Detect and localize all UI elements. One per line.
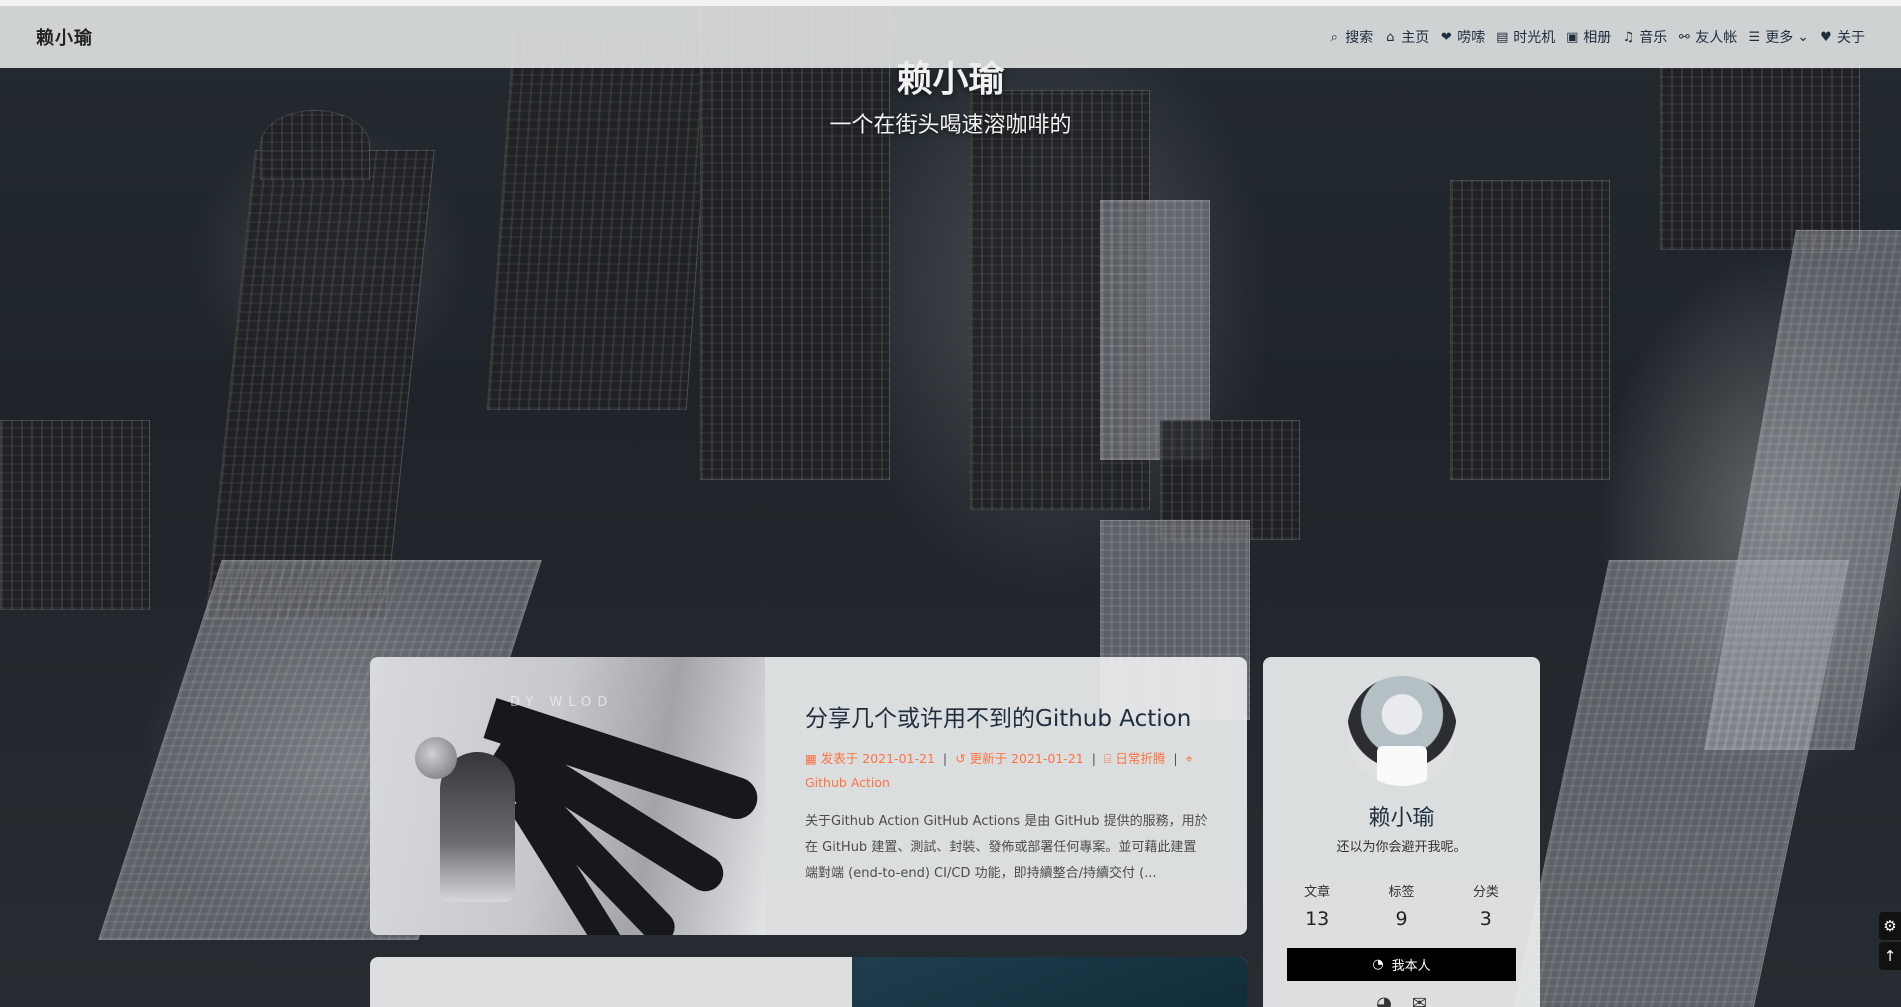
meta-separator: | [1091, 750, 1096, 766]
author-name: 赖小瑜 [1368, 806, 1435, 831]
post-cover-image[interactable]: DY WLOD [370, 657, 765, 935]
gear-icon[interactable]: ⚙ [1879, 912, 1901, 940]
history-icon: ↺ [955, 750, 966, 766]
post-info: 分享几个或许用不到的Github Action ▦ 发表于 2021-01-21… [765, 657, 1247, 935]
link-icon: ⚯ [1678, 29, 1690, 45]
building [205, 150, 435, 620]
building [1704, 230, 1901, 750]
nav-item-label: 相册 [1583, 30, 1612, 46]
navbar: 赖小瑜 ⌕ 搜索 ⌂ 主页 ❤ 唠嗦 ▤ 时光机 ▣ 相册 ♫ 音乐 ⚯ 友人帐 ☰ 更多 ⌄ ♥ 关于 [0, 6, 1901, 68]
nav-item-3[interactable]: ▤ 时光机 [1495, 27, 1555, 47]
stat-categories[interactable]: 分类 3 [1473, 881, 1499, 930]
nav-item-7[interactable]: ☰ 更多 ⌄ [1747, 27, 1809, 47]
nav-item-1[interactable]: ⌂ 主页 [1383, 27, 1429, 47]
github-icon[interactable]: ◕ [1376, 993, 1392, 1007]
inbox-icon: ⌸ [1103, 750, 1112, 766]
nav-item-label: 主页 [1401, 30, 1430, 46]
rss-icon: ◔ [1372, 957, 1384, 972]
stat-value: 13 [1305, 908, 1330, 930]
nav-item-8[interactable]: ♥ 关于 [1819, 27, 1865, 47]
site-brand[interactable]: 赖小瑜 [36, 24, 93, 50]
post-title[interactable]: 分享几个或许用不到的Github Action [805, 705, 1209, 735]
cover-figure-head [415, 737, 457, 779]
home-icon: ⌂ [1386, 29, 1395, 45]
nav-item-label: 搜索 [1345, 30, 1374, 46]
floating-buttons: ⚙ ↑ [1879, 912, 1901, 972]
stat-label: 标签 [1388, 885, 1415, 900]
social-links: ◕ ✉ [1263, 993, 1540, 1007]
chevron-down-icon: ⌄ [1797, 29, 1809, 45]
email-icon[interactable]: ✉ [1412, 993, 1427, 1007]
author-stats: 文章 13 标签 9 分类 3 [1275, 881, 1528, 930]
post-updated: 更新于 2021-01-21 [969, 750, 1084, 766]
nav-item-label: 更多 [1765, 30, 1794, 46]
list-icon: ☰ [1748, 29, 1761, 45]
building [0, 420, 150, 610]
music-icon: ♫ [1622, 29, 1635, 45]
post-cover-image[interactable] [852, 957, 1247, 1007]
cover-figure [440, 752, 515, 902]
post-card[interactable]: DY WLOD 分享几个或许用不到的Github Action ▦ 发表于 20… [370, 657, 1247, 935]
nav-item-4[interactable]: ▣ 相册 [1565, 27, 1611, 47]
nav-item-2[interactable]: ❤ 唠嗦 [1439, 27, 1485, 47]
stat-label: 文章 [1304, 885, 1331, 900]
heart-comment-icon: ❤ [1440, 29, 1452, 45]
stat-value: 9 [1395, 908, 1408, 930]
post-category[interactable]: 日常折腾 [1115, 751, 1165, 766]
author-description: 还以为你会避开我呢。 [1336, 840, 1467, 855]
tag-icon: ⌖ [1185, 750, 1193, 766]
meta-separator: | [1173, 750, 1178, 766]
nav-item-6[interactable]: ⚯ 友人帐 [1677, 27, 1737, 47]
post-tag[interactable]: Github Action [805, 775, 890, 790]
cover-watermark: DY WLOD [510, 695, 614, 710]
building [1450, 180, 1610, 480]
nav-item-label: 时光机 [1513, 30, 1556, 46]
author-card: 赖小瑜 还以为你会避开我呢。 文章 13 标签 9 分类 3 ◔ 我本人 ◕ ✉ [1263, 657, 1540, 1007]
calendar-icon: ▦ [805, 750, 817, 766]
nav-item-label: 唠嗦 [1457, 30, 1486, 46]
follow-label: 我本人 [1391, 959, 1431, 974]
archive-icon: ▤ [1496, 29, 1509, 45]
post-meta: ▦ 发表于 2021-01-21 | ↺ 更新于 2021-01-21 | ⌸ … [805, 747, 1209, 795]
nav-menu: ⌕ 搜索 ⌂ 主页 ❤ 唠嗦 ▤ 时光机 ▣ 相册 ♫ 音乐 ⚯ 友人帐 ☰ 更多 ⌄ ♥ 关于 [1327, 27, 1865, 47]
stat-articles[interactable]: 文章 13 [1304, 881, 1330, 930]
avatar [1346, 676, 1457, 786]
nav-item-5[interactable]: ♫ 音乐 [1621, 27, 1667, 47]
heart-icon: ♥ [1820, 29, 1832, 45]
stat-label: 分类 [1472, 885, 1499, 900]
image-icon: ▣ [1566, 29, 1579, 45]
stat-value: 3 [1479, 908, 1492, 930]
post-date: 发表于 2021-01-21 [820, 750, 935, 766]
arrow-up-icon[interactable]: ↑ [1879, 942, 1901, 970]
nav-item-0[interactable]: ⌕ 搜索 [1327, 27, 1374, 47]
site-subtitle: 一个在街头喝速溶咖啡的 [829, 113, 1072, 138]
top-strip [0, 0, 1901, 6]
nav-item-label: 关于 [1837, 30, 1865, 46]
meta-separator: | [942, 750, 948, 766]
search-icon: ⌕ [1330, 29, 1338, 45]
post-card[interactable] [370, 957, 1247, 1007]
follow-button[interactable]: ◔ 我本人 [1287, 948, 1516, 981]
stat-tags[interactable]: 标签 9 [1388, 881, 1414, 930]
post-excerpt: 关于Github Action GitHub Actions 是由 GitHub… [805, 813, 1208, 881]
nav-item-label: 音乐 [1639, 30, 1668, 46]
nav-item-label: 友人帐 [1695, 30, 1738, 46]
